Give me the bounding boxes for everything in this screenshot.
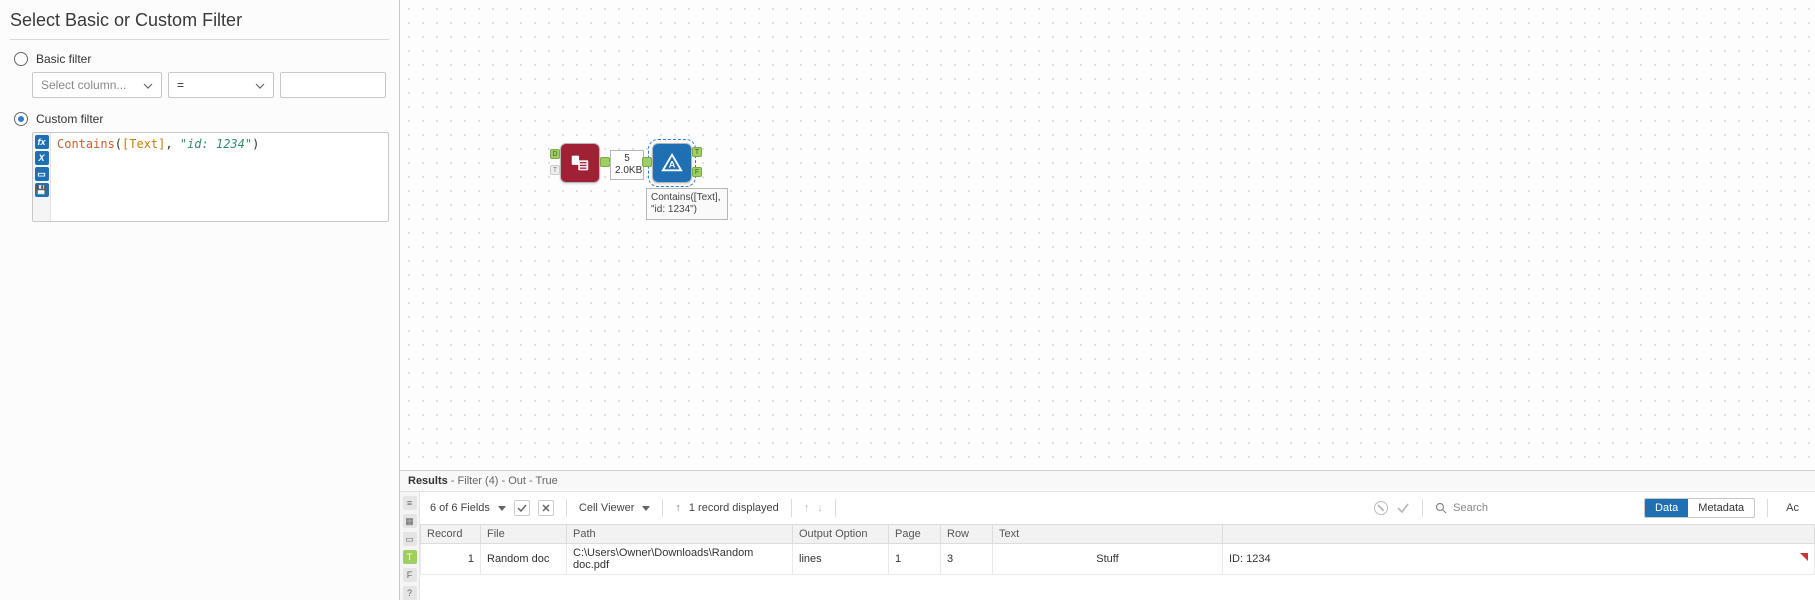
filter-true-anchor[interactable]: T — [692, 147, 702, 157]
cell-id-text: ID: 1234 — [1229, 553, 1271, 565]
expression-editor[interactable]: fx X ▭ 💾 Contains([Text], "id: 1234") — [32, 132, 389, 222]
cell-record: 1 — [421, 544, 481, 575]
results-trail: - Filter (4) - Out - True — [448, 475, 558, 487]
basic-operator-value: = — [177, 78, 184, 92]
filter-config-panel: Select Basic or Custom Filter Basic filt… — [0, 0, 400, 600]
col-output[interactable]: Output Option — [793, 525, 889, 544]
side-icon-1[interactable]: ≡ — [403, 496, 417, 510]
cell-file: Random doc — [481, 544, 567, 575]
expr-string: "id: 1234" — [180, 137, 252, 151]
table-row[interactable]: 1 Random doc C:\Users\Owner\Downloads\Ra… — [421, 544, 1815, 575]
seg-metadata[interactable]: Metadata — [1688, 499, 1754, 517]
seg-data[interactable]: Data — [1645, 499, 1688, 517]
results-table: Record File Path Output Option Page Row … — [420, 524, 1815, 575]
search-icon — [1435, 502, 1447, 514]
clear-fields-button[interactable] — [538, 500, 554, 516]
toggle-fields-button[interactable] — [514, 500, 530, 516]
side-icon-false[interactable]: F — [403, 568, 417, 582]
col-row[interactable]: Row — [941, 525, 993, 544]
cell-page: 1 — [889, 544, 941, 575]
cell-id: ID: 1234 — [1223, 544, 1815, 575]
next-record-button[interactable]: ↓ — [817, 502, 823, 514]
svg-text:A: A — [669, 160, 676, 170]
fields-text: 6 of 6 Fields — [430, 502, 490, 514]
filter-tool[interactable]: A — [652, 143, 692, 183]
results-toolbar: 6 of 6 Fields Cell Viewer ↑ — [420, 492, 1815, 524]
filter-false-anchor[interactable]: F — [692, 167, 702, 177]
side-icon-help[interactable]: ? — [403, 586, 417, 600]
expr-column: [Text] — [122, 137, 165, 151]
col-path[interactable]: Path — [567, 525, 793, 544]
prev-record-button[interactable]: ↑ — [804, 502, 810, 514]
results-header: Results - Filter (4) - Out - True — [400, 470, 1815, 491]
col-extra[interactable] — [1223, 525, 1815, 544]
filter-input-anchor[interactable] — [642, 157, 652, 167]
filter-annotation: Contains([Text], "id: 1234") — [646, 188, 728, 220]
results-label: Results — [408, 475, 448, 487]
basic-value-input[interactable] — [280, 72, 386, 98]
side-icon-true[interactable]: T — [403, 550, 417, 564]
cell-path: C:\Users\Owner\Downloads\Random doc.pdf — [567, 544, 793, 575]
fields-dropdown[interactable]: 6 of 6 Fields — [430, 502, 506, 514]
custom-filter-radio[interactable] — [14, 112, 28, 126]
data-metadata-toggle: Data Metadata — [1644, 498, 1755, 518]
table-header-row: Record File Path Output Option Page Row … — [421, 525, 1815, 544]
chevron-down-icon — [255, 80, 265, 90]
sort-icon[interactable]: ↑ — [675, 502, 681, 514]
custom-filter-label: Custom filter — [36, 112, 103, 126]
record-count-badge: 5 2.0KB — [610, 150, 644, 180]
variable-icon[interactable]: X — [35, 151, 49, 165]
record-size-value: 2.0KB — [615, 165, 639, 177]
basic-filter-radio-row[interactable]: Basic filter — [10, 52, 389, 66]
results-search[interactable]: Search — [1435, 502, 1488, 514]
basic-filter-label: Basic filter — [36, 52, 91, 66]
input-anchor-t[interactable]: T — [550, 165, 560, 175]
chevron-down-icon — [143, 80, 153, 90]
record-count-value: 5 — [615, 153, 639, 165]
truncated-flag-icon — [1800, 553, 1808, 561]
cell-viewer-dropdown[interactable]: Cell Viewer — [579, 502, 650, 514]
custom-filter-radio-row[interactable]: Custom filter — [10, 112, 389, 126]
records-text: 1 record displayed — [689, 502, 779, 514]
anno-line1: Contains([Text], — [651, 192, 723, 204]
col-record[interactable]: Record — [421, 525, 481, 544]
expression-text[interactable]: Contains([Text], "id: 1234") — [51, 133, 265, 221]
actions-menu[interactable]: Ac — [1780, 499, 1805, 517]
browse-icon[interactable]: ▭ — [35, 167, 49, 181]
side-icon-2[interactable]: ▦ — [403, 514, 417, 528]
valid-icon — [1396, 501, 1410, 515]
cell-output: lines — [793, 544, 889, 575]
basic-column-placeholder: Select column... — [41, 78, 126, 92]
expression-gutter: fx X ▭ 💾 — [33, 133, 51, 221]
search-placeholder: Search — [1453, 502, 1488, 514]
cell-text: Stuff — [993, 544, 1223, 575]
col-file[interactable]: File — [481, 525, 567, 544]
side-icon-3[interactable]: ▭ — [403, 532, 417, 546]
anno-line2: "id: 1234") — [651, 204, 723, 216]
input-data-tool[interactable] — [560, 143, 600, 183]
fx-icon[interactable]: fx — [35, 135, 49, 149]
basic-operator-select[interactable]: = — [168, 72, 274, 98]
chevron-down-icon — [642, 506, 650, 511]
input-anchor-d[interactable]: D — [550, 149, 560, 159]
no-errors-icon — [1374, 501, 1388, 515]
panel-title: Select Basic or Custom Filter — [10, 6, 389, 40]
cell-viewer-text: Cell Viewer — [579, 502, 634, 514]
cell-row: 3 — [941, 544, 993, 575]
col-text[interactable]: Text — [993, 525, 1223, 544]
save-icon[interactable]: 💾 — [35, 183, 49, 197]
expr-function: Contains — [57, 137, 115, 151]
chevron-down-icon — [498, 506, 506, 511]
col-page[interactable]: Page — [889, 525, 941, 544]
basic-column-select[interactable]: Select column... — [32, 72, 162, 98]
basic-filter-radio[interactable] — [14, 52, 28, 66]
results-side-icons: ≡ ▦ ▭ T F ? — [400, 492, 420, 600]
workflow-canvas[interactable]: D T 5 2.0KB A T F — [400, 0, 1815, 470]
